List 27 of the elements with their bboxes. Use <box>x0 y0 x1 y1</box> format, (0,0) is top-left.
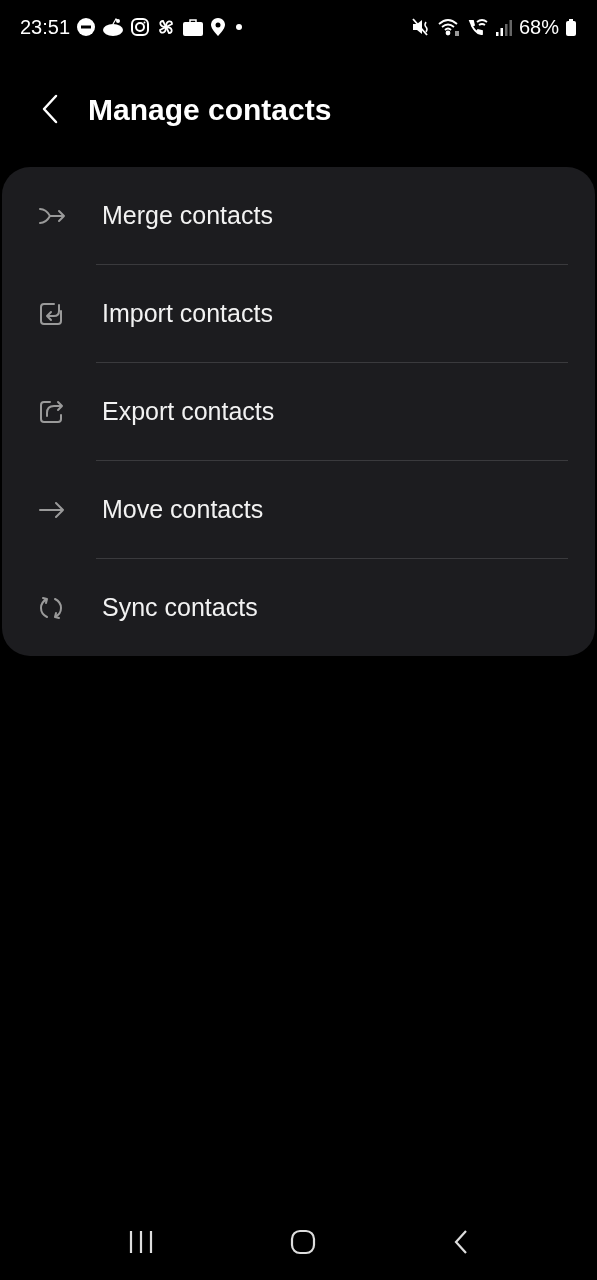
location-pin-icon <box>210 17 227 37</box>
page-title: Manage contacts <box>88 91 332 128</box>
menu-item-label: Merge contacts <box>102 199 273 231</box>
menu-item[interactable]: Import contacts <box>2 265 595 362</box>
menu-item-label: Sync contacts <box>102 591 258 623</box>
back-icon <box>40 94 60 124</box>
menu-item-label: Export contacts <box>102 395 275 427</box>
do-not-disturb-icon <box>76 17 97 37</box>
signal-icon <box>494 17 513 37</box>
shopping-bag-icon <box>182 17 205 37</box>
menu-item[interactable]: Merge contacts <box>2 167 595 264</box>
menu-item[interactable]: Sync contacts <box>2 559 595 656</box>
back-icon[interactable] <box>452 1229 469 1255</box>
status-time: 23:51 <box>20 15 71 40</box>
menu-item-label: Import contacts <box>102 297 273 329</box>
wifi-calling-icon <box>466 17 489 37</box>
camera-icon <box>130 17 151 37</box>
mute-icon <box>410 17 431 37</box>
menu-item[interactable]: Move contacts <box>2 461 595 558</box>
menu-item-label: Move contacts <box>102 493 264 525</box>
menu-item[interactable]: Export contacts <box>2 363 595 460</box>
battery-icon <box>565 17 577 37</box>
export-icon <box>38 398 66 425</box>
battery-percentage: 68% <box>518 15 559 40</box>
wifi-icon <box>436 17 461 37</box>
recent-apps-icon[interactable] <box>128 1230 155 1254</box>
home-icon[interactable] <box>290 1229 317 1255</box>
